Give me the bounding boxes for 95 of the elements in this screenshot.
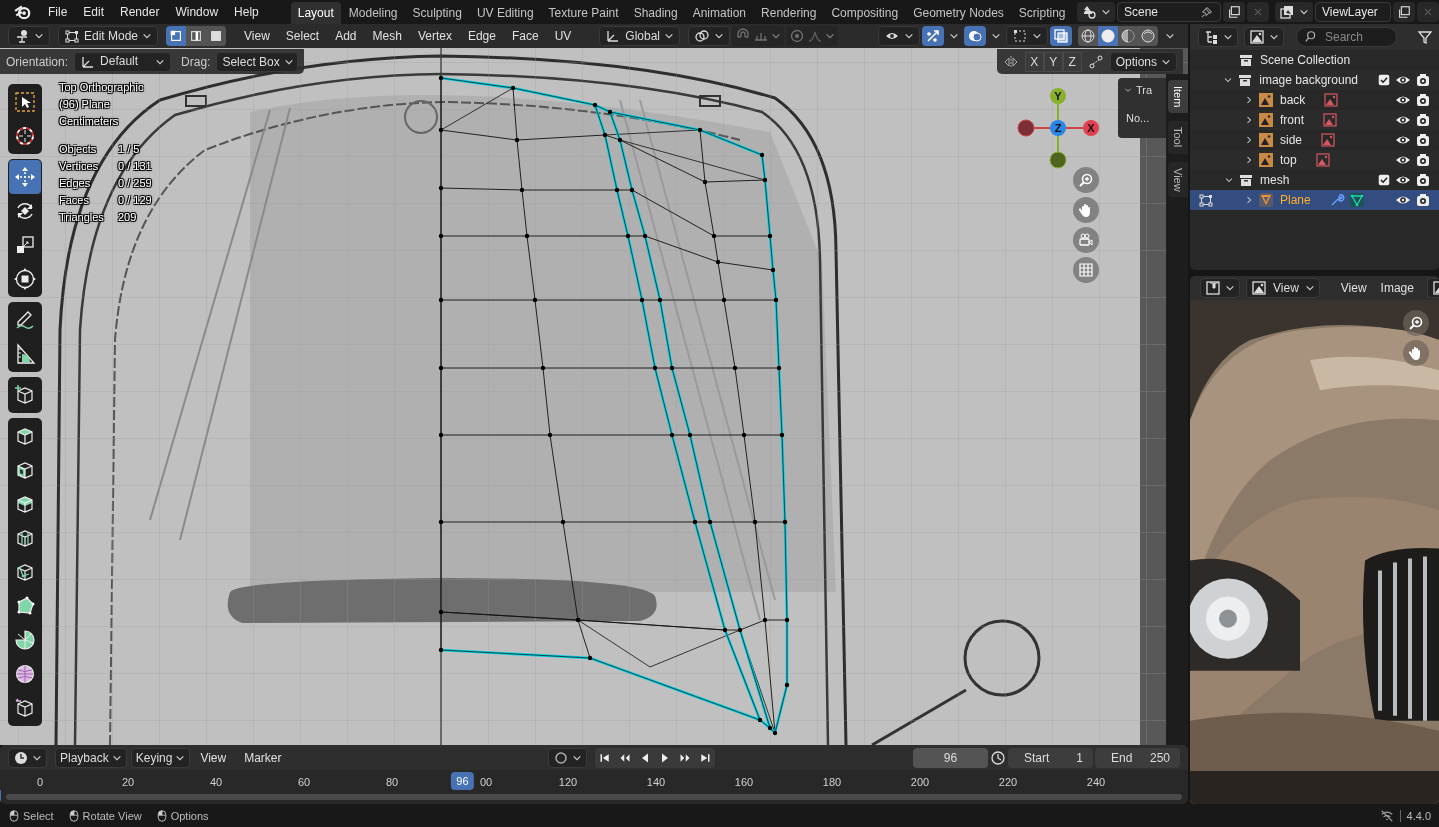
panel-header[interactable]: Tra: [1123, 84, 1161, 96]
panel-row-text: No...: [1125, 112, 1151, 124]
menu-dropdown[interactable]: Playback: [55, 747, 127, 768]
stat-value: 1 / 5: [118, 143, 141, 155]
menu-item[interactable]: Render: [112, 1, 168, 23]
frame-number: 120: [558, 776, 578, 788]
current-frame-field[interactable]: 96: [913, 747, 988, 768]
stat-value: 0 / 129: [118, 194, 152, 206]
axis-button[interactable]: Y: [1043, 51, 1063, 72]
menu-item[interactable]: Help: [226, 1, 267, 23]
outliner-item-label: back: [1280, 93, 1306, 107]
stat-value: 0 / 131: [118, 160, 152, 172]
outliner-item-label: side: [1280, 133, 1302, 147]
stat-value: 209: [118, 211, 138, 223]
view-name: Top Orthographic: [59, 81, 145, 93]
workspace-tab[interactable]: Modeling: [341, 2, 405, 24]
status-hint: Options: [170, 809, 209, 822]
options-dropdown[interactable]: Options: [1109, 51, 1177, 72]
menu-item[interactable]: Face: [503, 26, 547, 46]
scene-field[interactable]: Scene: [1117, 2, 1221, 22]
outliner-row[interactable]: back: [1190, 90, 1439, 110]
axis-label: Y: [1054, 90, 1062, 102]
axis-label: Z: [1054, 122, 1062, 134]
status-hint: Select: [23, 809, 54, 822]
frame-number: 80: [385, 776, 399, 788]
menu-item[interactable]: Add: [327, 26, 365, 46]
outliner-row[interactable]: side: [1190, 130, 1439, 150]
playhead[interactable]: 96: [451, 772, 474, 790]
menu-item[interactable]: View: [236, 26, 278, 46]
menu-item[interactable]: View: [192, 750, 235, 765]
mode-dropdown[interactable]: View: [1246, 278, 1320, 298]
menu-item[interactable]: Edit: [75, 1, 113, 23]
axis-button[interactable]: X: [1024, 51, 1044, 72]
frame-number: 240: [1086, 776, 1106, 788]
frame-number: 60: [297, 776, 311, 788]
workspace-tab[interactable]: UV Editing: [469, 2, 541, 24]
frame-number: 220: [998, 776, 1018, 788]
workspace-tab[interactable]: Sculpting: [405, 2, 469, 24]
status-hint: Rotate View: [82, 809, 142, 822]
workspace-tab[interactable]: Texture Paint: [541, 2, 626, 24]
frame-number: 160: [734, 776, 754, 788]
workspace-tab[interactable]: Scripting: [1011, 2, 1073, 24]
frame-number: 40: [209, 776, 223, 788]
units-label: Centimeters: [59, 115, 120, 127]
view-layer-field[interactable]: ViewLayer: [1315, 2, 1391, 22]
orientation-label: Orientation:: [6, 54, 69, 69]
menu-item[interactable]: Select: [277, 26, 328, 46]
workspace-tab[interactable]: Rendering: [754, 2, 824, 24]
menu-item[interactable]: Window: [167, 1, 227, 23]
outliner-row[interactable]: Plane: [1190, 190, 1439, 210]
frame-number: 140: [646, 776, 666, 788]
search-field[interactable]: Search: [1296, 27, 1397, 47]
workspace-tab[interactable]: Shading: [626, 2, 685, 24]
frame-number: 200: [910, 776, 930, 788]
outliner-row[interactable]: mesh: [1190, 170, 1439, 190]
frame-number: 20: [121, 776, 135, 788]
stat-label: Vertices: [59, 160, 100, 172]
workspace-tab[interactable]: Geometry Nodes: [906, 2, 1011, 24]
menu-item[interactable]: Vertex: [409, 26, 460, 46]
outliner-item-label: image background: [1259, 73, 1358, 87]
outliner-item-label: mesh: [1260, 173, 1290, 187]
sidebar-tab[interactable]: Item: [1168, 80, 1188, 114]
sidebar-tab[interactable]: View: [1168, 161, 1188, 198]
stat-value: 0 / 259: [118, 177, 152, 189]
axis-button[interactable]: Z: [1062, 51, 1082, 72]
outliner-row[interactable]: Scene Collection: [1190, 50, 1439, 70]
mode-dropdown[interactable]: Edit Mode: [58, 26, 159, 46]
outliner-item-label: top: [1280, 153, 1297, 167]
frame-number: 00: [479, 776, 493, 788]
menu-item[interactable]: UV: [546, 26, 580, 46]
outliner-item-label: Scene Collection: [1260, 53, 1351, 67]
frame-number: 180: [822, 776, 842, 788]
menu-item[interactable]: Image: [1373, 281, 1421, 295]
orientation-dropdown[interactable]: Global: [599, 26, 680, 46]
workspace-tab[interactable]: Animation: [685, 2, 754, 24]
menu-item[interactable]: Marker: [236, 750, 290, 765]
menu-dropdown[interactable]: Keying: [130, 747, 191, 768]
drag-label: Drag:: [181, 54, 211, 69]
workspace-tab[interactable]: Layout: [290, 2, 341, 24]
menu-item[interactable]: View: [1333, 281, 1374, 295]
drag-dropdown[interactable]: Select Box: [216, 51, 299, 72]
version-label: 4.4.0: [1406, 809, 1431, 822]
menu-item[interactable]: Edge: [459, 26, 504, 46]
menu-item[interactable]: File: [40, 1, 76, 23]
menu-item[interactable]: Mesh: [364, 26, 410, 46]
frame-number: 0: [36, 776, 44, 788]
sidebar-tab[interactable]: Tool: [1168, 121, 1188, 154]
outliner-item-label: Plane: [1280, 193, 1311, 207]
stat-label: Edges: [59, 177, 92, 189]
start-frame-field[interactable]: Start 1: [1008, 747, 1093, 768]
axis-label: X: [1087, 122, 1095, 134]
workspace-tab[interactable]: Compositing: [824, 2, 906, 24]
outliner-item-label: front: [1280, 113, 1304, 127]
orientation-dropdown[interactable]: Default: [74, 51, 172, 72]
end-frame-field[interactable]: End 250: [1095, 747, 1180, 768]
